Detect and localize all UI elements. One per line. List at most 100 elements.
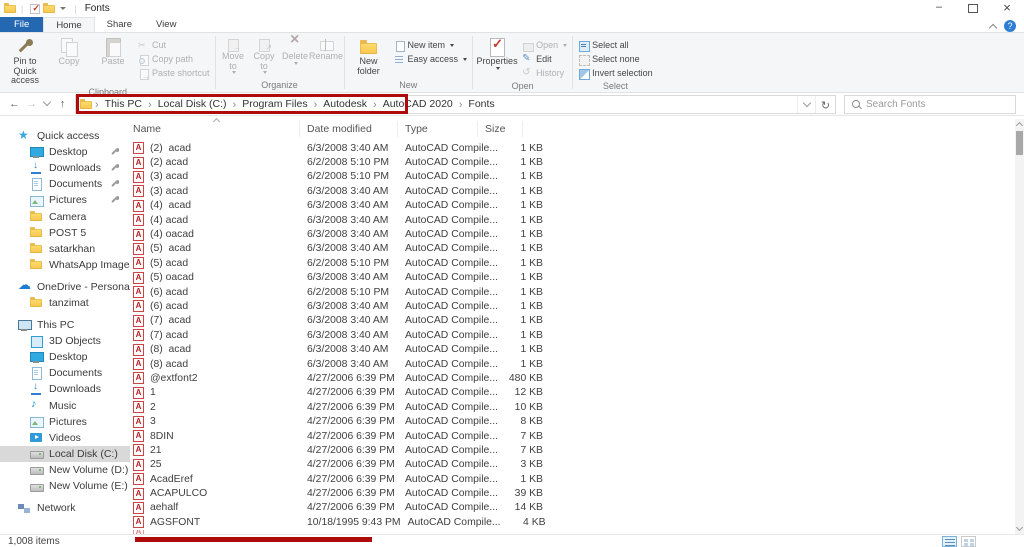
- new-folder-quick-icon[interactable]: [43, 2, 56, 15]
- scrollbar[interactable]: [1015, 119, 1024, 534]
- file-row[interactable]: (5) acad 6/3/2008 3:40 AM AutoCAD Compil…: [130, 242, 1024, 256]
- sidebar-item[interactable]: Desktop: [0, 144, 130, 160]
- history-button[interactable]: History: [520, 66, 569, 80]
- easy-access-button[interactable]: Easy access: [392, 52, 470, 66]
- breadcrumb-segment[interactable]: Program Files: [238, 98, 311, 110]
- recent-locations-icon[interactable]: [40, 98, 54, 110]
- sidebar-item[interactable]: Music: [0, 398, 130, 414]
- sidebar-item[interactable]: Network: [0, 500, 130, 516]
- move-to-button[interactable]: Move to: [219, 35, 248, 74]
- sidebar-item[interactable]: Downloads: [0, 381, 130, 397]
- select-none-button[interactable]: Select none: [576, 52, 655, 66]
- file-row[interactable]: (4) acad 6/3/2008 3:40 AM AutoCAD Compil…: [130, 199, 1024, 213]
- file-row[interactable]: 3 4/27/2006 6:39 PM AutoCAD Compile... 8…: [130, 414, 1024, 428]
- cut-button[interactable]: Cut: [136, 38, 212, 52]
- sidebar-item[interactable]: satarkhan: [0, 241, 130, 257]
- sidebar-item[interactable]: WhatsApp Images: [0, 257, 130, 273]
- file-row[interactable]: 21 4/27/2006 6:39 PM AutoCAD Compile... …: [130, 443, 1024, 457]
- new-folder-button[interactable]: New folder: [348, 35, 390, 76]
- rename-button[interactable]: Rename: [312, 35, 341, 62]
- file-row[interactable]: 8DIN 4/27/2006 6:39 PM AutoCAD Compile..…: [130, 429, 1024, 443]
- sidebar-item[interactable]: POST 5: [0, 225, 130, 241]
- file-row[interactable]: AGSFONT 10/18/1995 9:43 PM AutoCAD Compi…: [130, 515, 1024, 529]
- sidebar-item[interactable]: New Volume (D:): [0, 462, 130, 478]
- open-button[interactable]: Open: [520, 38, 569, 52]
- sidebar-item[interactable]: Quick access: [0, 128, 130, 144]
- customize-toolbar-icon[interactable]: [60, 7, 66, 10]
- pin-to-quick-access-button[interactable]: Pin to Quick access: [4, 35, 46, 86]
- breadcrumb-segment[interactable]: This PC: [101, 98, 146, 110]
- file-row[interactable]: (4) oacad 6/3/2008 3:40 AM AutoCAD Compi…: [130, 227, 1024, 241]
- file-row[interactable]: (3) acad 6/3/2008 3:40 AM AutoCAD Compil…: [130, 184, 1024, 198]
- file-row[interactable]: ACAPULCO 4/27/2006 6:39 PM AutoCAD Compi…: [130, 486, 1024, 500]
- breadcrumb-segment[interactable]: AutoCAD 2020: [379, 98, 457, 110]
- icons-view-button[interactable]: [961, 536, 976, 547]
- breadcrumb-segment[interactable]: Autodesk: [319, 98, 371, 110]
- paste-shortcut-button[interactable]: Paste shortcut: [136, 66, 212, 80]
- file-row[interactable]: aehalf 4/27/2006 6:39 PM AutoCAD Compile…: [130, 501, 1024, 515]
- file-row[interactable]: (2) acad 6/2/2008 5:10 PM AutoCAD Compil…: [130, 155, 1024, 169]
- refresh-icon[interactable]: [815, 96, 835, 113]
- close-button[interactable]: [990, 0, 1024, 17]
- file-row[interactable]: 2 4/27/2006 6:39 PM AutoCAD Compile... 1…: [130, 400, 1024, 414]
- ribbon-tab[interactable]: View: [144, 17, 188, 32]
- forward-icon[interactable]: [23, 98, 40, 110]
- invert-selection-button[interactable]: Invert selection: [576, 66, 655, 80]
- file-row[interactable]: 1 4/27/2006 6:39 PM AutoCAD Compile... 1…: [130, 386, 1024, 400]
- new-item-button[interactable]: New item: [392, 38, 470, 52]
- maximize-button[interactable]: [956, 0, 990, 17]
- properties-quick-icon[interactable]: [30, 4, 40, 14]
- help-icon[interactable]: [1004, 20, 1016, 32]
- search-input[interactable]: [866, 99, 986, 110]
- breadcrumb-segment[interactable]: Local Disk (C:): [154, 98, 231, 110]
- file-row[interactable]: (4) acad 6/3/2008 3:40 AM AutoCAD Compil…: [130, 213, 1024, 227]
- file-row[interactable]: (8) acad 6/3/2008 3:40 AM AutoCAD Compil…: [130, 342, 1024, 356]
- scroll-thumb[interactable]: [1016, 131, 1023, 155]
- file-row[interactable]: (6) acad 6/3/2008 3:40 AM AutoCAD Compil…: [130, 299, 1024, 313]
- details-view-button[interactable]: [942, 536, 957, 547]
- sidebar-item[interactable]: tanzimat: [0, 295, 130, 311]
- file-row[interactable]: AcadEref 4/27/2006 6:39 PM AutoCAD Compi…: [130, 472, 1024, 486]
- file-row[interactable]: (7) acad 6/3/2008 3:40 AM AutoCAD Compil…: [130, 314, 1024, 328]
- sidebar-item[interactable]: Videos: [0, 430, 130, 446]
- address-dropdown-icon[interactable]: [797, 96, 815, 113]
- column-header-size[interactable]: Size: [478, 121, 523, 137]
- copy-button[interactable]: Copy: [48, 35, 90, 67]
- up-icon[interactable]: [54, 98, 71, 110]
- file-row[interactable]: (2) acad 6/3/2008 3:40 AM AutoCAD Compil…: [130, 141, 1024, 155]
- ribbon-tab[interactable]: File: [0, 17, 43, 32]
- sidebar-item[interactable]: Downloads: [0, 160, 130, 176]
- sidebar-item[interactable]: This PC: [0, 317, 130, 333]
- sidebar-item[interactable]: Desktop: [0, 349, 130, 365]
- sidebar-item[interactable]: Local Disk (C:): [0, 446, 130, 462]
- sidebar-item[interactable]: Pictures: [0, 192, 130, 208]
- select-all-button[interactable]: Select all: [576, 38, 655, 52]
- file-row[interactable]: (5) acad 6/2/2008 5:10 PM AutoCAD Compil…: [130, 256, 1024, 270]
- paste-button[interactable]: Paste: [92, 35, 134, 67]
- search-box[interactable]: [844, 95, 1016, 114]
- file-row[interactable]: (7) acad 6/3/2008 3:40 AM AutoCAD Compil…: [130, 328, 1024, 342]
- scroll-down-icon[interactable]: [1016, 524, 1023, 531]
- copy-path-button[interactable]: Copy path: [136, 52, 212, 66]
- file-row[interactable]: (3) acad 6/2/2008 5:10 PM AutoCAD Compil…: [130, 170, 1024, 184]
- column-header-date[interactable]: Date modified: [300, 121, 398, 137]
- file-row[interactable]: 25 4/27/2006 6:39 PM AutoCAD Compile... …: [130, 458, 1024, 472]
- delete-button[interactable]: Delete: [281, 35, 310, 65]
- sidebar-item[interactable]: Documents: [0, 176, 130, 192]
- sidebar-item[interactable]: Documents: [0, 365, 130, 381]
- address-bar[interactable]: This PC Local Disk (C:) Program Files: [75, 95, 836, 114]
- properties-button[interactable]: Properties: [476, 35, 518, 70]
- ribbon-tab[interactable]: Share: [95, 17, 144, 32]
- breadcrumb-segment[interactable]: Fonts: [464, 98, 498, 110]
- back-icon[interactable]: [6, 98, 23, 110]
- scroll-up-icon[interactable]: [1016, 122, 1023, 129]
- ribbon-tab[interactable]: Home: [43, 17, 94, 32]
- sidebar-item[interactable]: Pictures: [0, 414, 130, 430]
- file-row[interactable]: @extfont2 4/27/2006 6:39 PM AutoCAD Comp…: [130, 371, 1024, 385]
- minimize-button[interactable]: [922, 0, 956, 17]
- sidebar-item[interactable]: New Volume (E:): [0, 478, 130, 494]
- copy-to-button[interactable]: Copy to: [250, 35, 279, 74]
- collapse-ribbon-icon[interactable]: [989, 23, 997, 31]
- file-row[interactable]: (8) acad 6/3/2008 3:40 AM AutoCAD Compil…: [130, 357, 1024, 371]
- edit-button[interactable]: Edit: [520, 52, 569, 66]
